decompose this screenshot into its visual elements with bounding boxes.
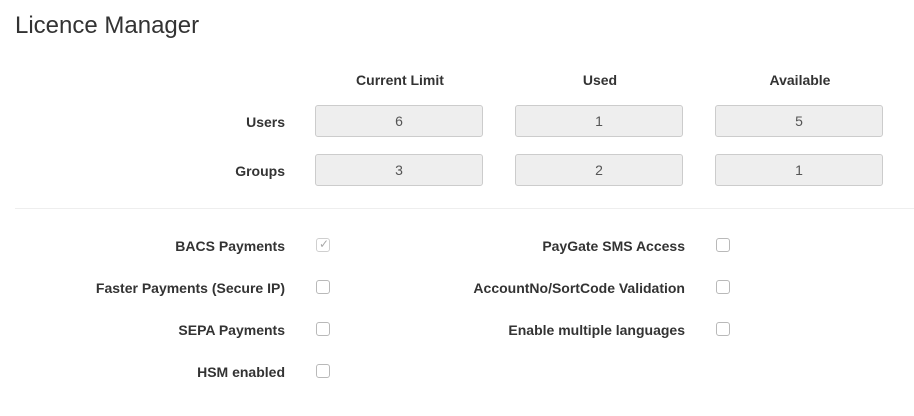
groups-used-field: 2 <box>515 154 683 186</box>
row-label-users: Users <box>246 114 285 130</box>
groups-available-field: 1 <box>715 154 883 186</box>
hsm-enabled-checkbox[interactable] <box>316 364 330 378</box>
feature-label-paygate-sms-access: PayGate SMS Access <box>542 238 685 254</box>
row-label-groups: Groups <box>235 163 285 179</box>
section-divider <box>15 208 914 209</box>
feature-label-bacs-payments: BACS Payments <box>175 238 285 254</box>
paygate-sms-access-checkbox[interactable] <box>716 238 730 252</box>
check-mark-icon: ✓ <box>319 237 330 251</box>
feature-label-accountno-sortcode-validation: AccountNo/SortCode Validation <box>473 280 685 296</box>
column-header-available: Available <box>769 72 831 88</box>
faster-payments-checkbox[interactable] <box>316 280 330 294</box>
groups-current-limit-field: 3 <box>315 154 483 186</box>
column-header-current-limit: Current Limit <box>356 72 444 88</box>
users-available-field: 5 <box>715 105 883 137</box>
users-current-limit-field: 6 <box>315 105 483 137</box>
enable-multiple-languages-checkbox[interactable] <box>716 322 730 336</box>
users-used-field: 1 <box>515 105 683 137</box>
feature-label-sepa-payments: SEPA Payments <box>178 322 285 338</box>
feature-label-enable-multiple-languages: Enable multiple languages <box>508 322 685 338</box>
sepa-payments-checkbox[interactable] <box>316 322 330 336</box>
accountno-sortcode-validation-checkbox[interactable] <box>716 280 730 294</box>
column-header-used: Used <box>582 72 618 88</box>
licence-manager-page: Licence Manager Current Limit Used Avail… <box>0 0 914 416</box>
feature-label-faster-payments: Faster Payments (Secure IP) <box>95 280 285 296</box>
feature-label-hsm-enabled: HSM enabled <box>197 364 285 380</box>
page-title: Licence Manager <box>15 12 200 39</box>
bacs-payments-checkbox[interactable]: ✓ <box>316 237 330 252</box>
